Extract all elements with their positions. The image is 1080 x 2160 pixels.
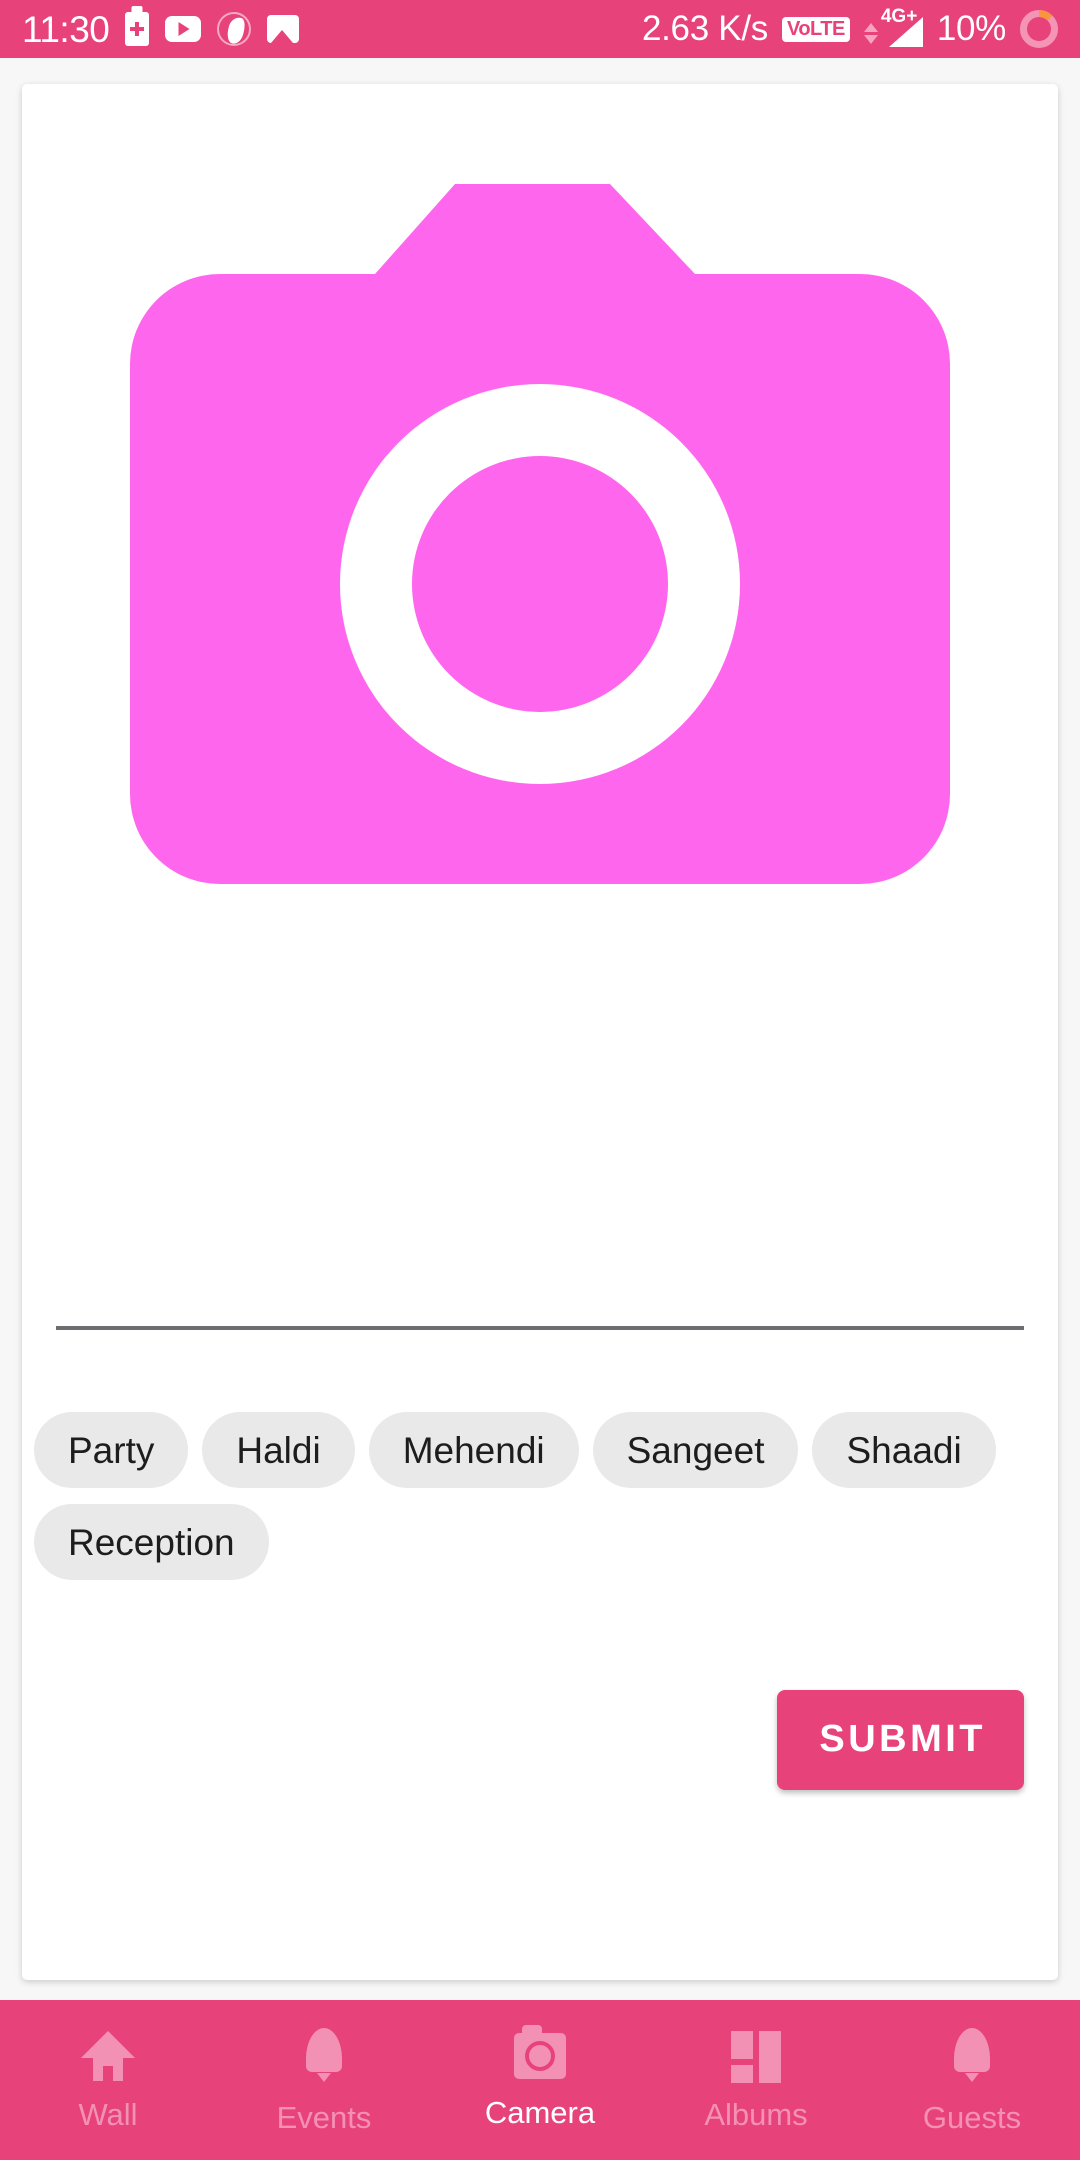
upload-card: Party Haldi Mehendi Sangeet Shaadi Recep… — [22, 84, 1058, 1980]
youtube-icon — [165, 16, 202, 42]
nav-item-guests[interactable]: Guests — [864, 2000, 1080, 2160]
signal-strength-icon: 4G+ — [881, 7, 923, 49]
status-bar: 11:30 2.63 K/s VoLTE 4G+ 10% — [0, 0, 1080, 58]
chip-haldi[interactable]: Haldi — [202, 1412, 355, 1488]
nav-label-guests: Guests — [922, 2099, 1022, 2135]
chip-reception[interactable]: Reception — [34, 1504, 269, 1580]
status-bar-right-group: 2.63 K/s VoLTE 4G+ 10% — [641, 7, 1058, 49]
nav-label-wall: Wall — [78, 2096, 138, 2132]
nav-item-camera[interactable]: Camera — [432, 2000, 648, 2160]
nav-label-albums: Albums — [704, 2096, 808, 2132]
status-clock: 11:30 — [22, 8, 110, 50]
nav-label-camera: Camera — [484, 2094, 596, 2130]
section-divider — [56, 1326, 1024, 1330]
grid-icon — [731, 2030, 781, 2083]
nav-item-wall[interactable]: Wall — [0, 2000, 216, 2160]
submit-row: SUBMIT — [22, 1690, 1058, 1790]
submit-button[interactable]: SUBMIT — [777, 1690, 1024, 1790]
status-bar-left-group: 11:30 — [22, 8, 300, 50]
opera-icon — [217, 12, 252, 46]
volte-badge-icon: VoLTE — [781, 16, 850, 42]
chip-sangeet[interactable]: Sangeet — [592, 1412, 799, 1488]
chip-party[interactable]: Party — [34, 1412, 189, 1488]
battery-charging-icon — [125, 12, 150, 46]
bottom-navigation-bar: Wall Events Camera Albums Guests — [0, 2000, 1080, 2160]
network-speed-text: 2.63 K/s — [641, 9, 768, 48]
camera-icon — [514, 2024, 566, 2079]
data-transfer-arrows-icon — [863, 23, 878, 44]
nav-item-albums[interactable]: Albums — [648, 2000, 864, 2160]
chip-mehendi[interactable]: Mehendi — [368, 1412, 579, 1488]
signal-bars-icon — [888, 17, 923, 47]
camera-icon[interactable] — [130, 154, 950, 914]
bell-icon — [949, 2028, 995, 2084]
event-tag-chip-group: Party Haldi Mehendi Sangeet Shaadi Recep… — [34, 1412, 1044, 1580]
photo-preview-area[interactable] — [22, 84, 1058, 1314]
battery-percent-text: 10% — [936, 9, 1006, 48]
battery-ring-icon — [1020, 10, 1058, 48]
nav-item-events[interactable]: Events — [216, 2000, 432, 2160]
chip-shaadi[interactable]: Shaadi — [812, 1412, 996, 1488]
bell-icon — [301, 2028, 347, 2084]
gallery-icon — [267, 15, 300, 43]
signal-group: 4G+ — [863, 7, 923, 49]
home-icon — [81, 2031, 135, 2081]
nav-label-events: Events — [276, 2099, 372, 2135]
